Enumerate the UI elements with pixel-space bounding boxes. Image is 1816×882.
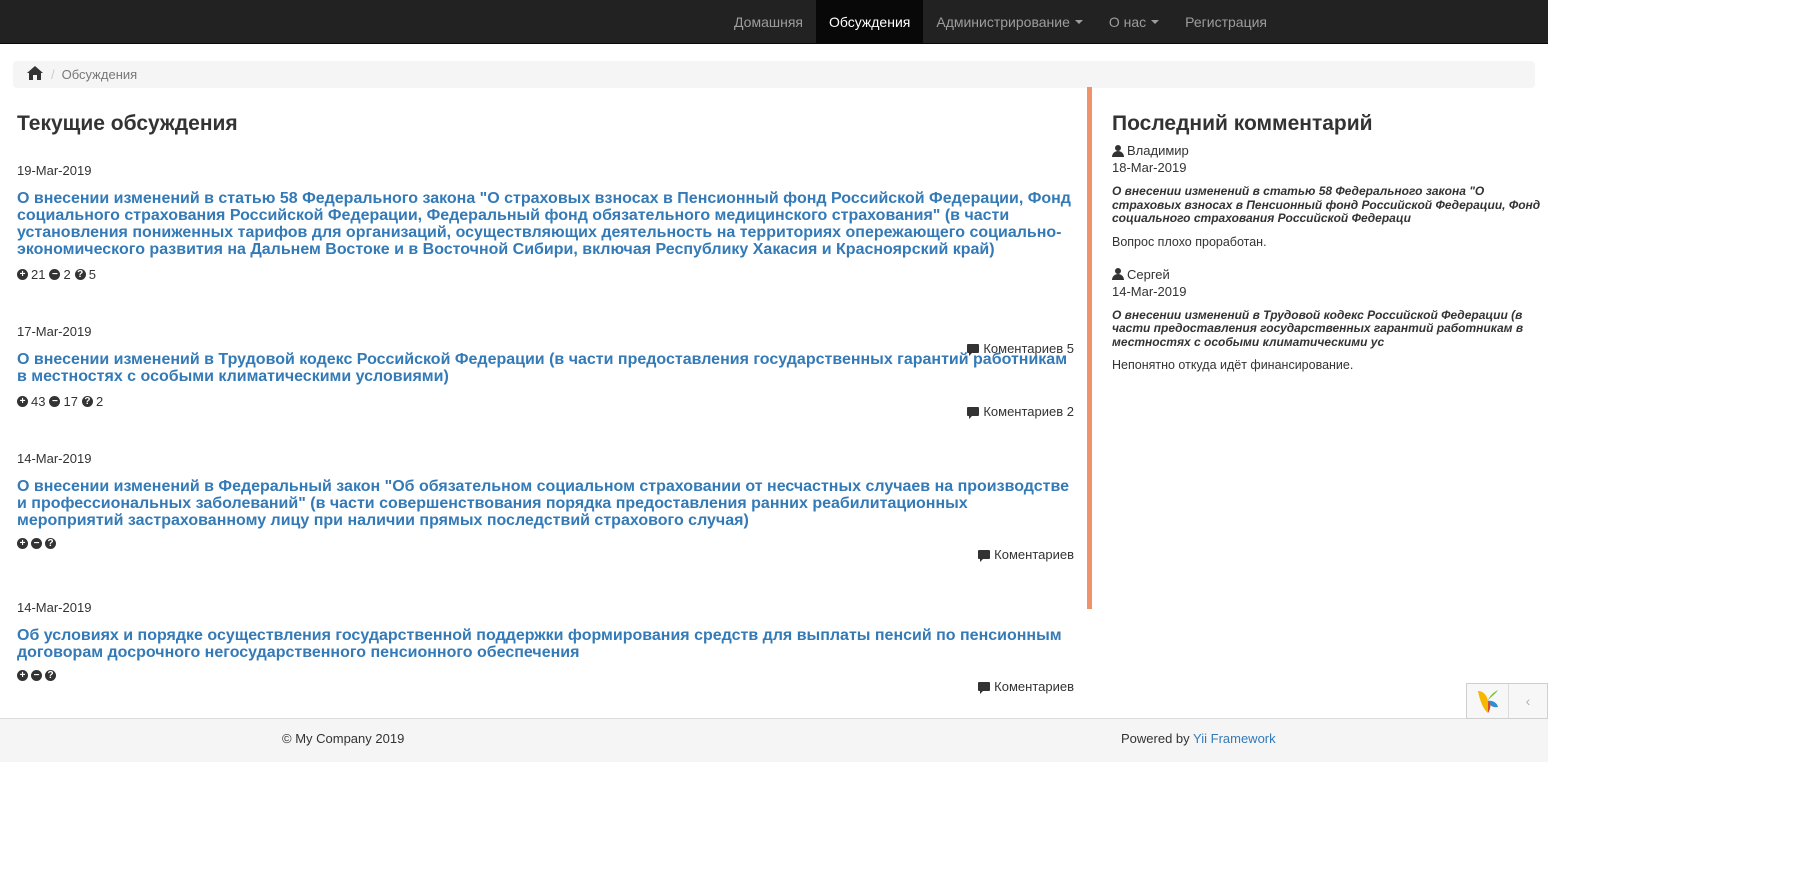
plus-circle-icon[interactable]: + xyxy=(17,670,28,681)
home-icon[interactable] xyxy=(27,66,43,83)
chevron-left-icon: ‹ xyxy=(1525,693,1531,709)
comments-link[interactable]: Коментариев 2 xyxy=(967,404,1074,419)
comment-text: Непонятно откуда идёт финансирование. xyxy=(1112,358,1354,372)
minus-circle-icon[interactable]: − xyxy=(31,670,42,681)
votes-up-count: 21 xyxy=(31,267,46,282)
discussion-item: 19-Mar-2019 О внесении изменений в стать… xyxy=(17,163,1074,356)
plus-circle-icon[interactable]: + xyxy=(17,269,28,280)
plus-circle-icon[interactable]: + xyxy=(17,396,28,407)
comment-date: 18-Mar-2019 xyxy=(1112,160,1187,175)
nav-item-discussions[interactable]: Обсуждения xyxy=(815,0,924,43)
breadcrumb: / Обсуждения xyxy=(13,61,1535,88)
votes-up-count: 43 xyxy=(31,394,46,409)
comments-count: Коментариев 2 xyxy=(983,404,1074,419)
breadcrumb-current: Обсуждения xyxy=(61,67,138,82)
nav-item-label: Регистрация xyxy=(1185,13,1267,30)
vote-bar: + 43 − 17 ? 2 xyxy=(17,394,1074,409)
yii-framework-link[interactable]: Yii Framework xyxy=(1193,731,1276,746)
nav-item-home[interactable]: Домашняя xyxy=(721,0,816,43)
vote-bar: + − ? xyxy=(17,670,1074,681)
votes-question-count: 2 xyxy=(95,394,104,409)
comment-item: Владимир 18-Mar-2019 О внесении изменени… xyxy=(1112,143,1548,249)
comment-author-name: Сергей xyxy=(1127,266,1170,282)
discussion-item: 14-Mar-2019 Об условиях и порядке осущес… xyxy=(17,600,1074,694)
discussion-title-link[interactable]: О внесении изменений в статью 58 Федерал… xyxy=(17,190,1074,258)
nav-menu: Домашняя Обсуждения Администрирование О … xyxy=(721,0,1280,43)
discussion-date: 17-Mar-2019 xyxy=(17,324,92,339)
comment-icon xyxy=(967,407,980,419)
comment-icon xyxy=(978,550,991,562)
discussion-date: 19-Mar-2019 xyxy=(17,163,92,178)
minus-circle-icon[interactable]: − xyxy=(49,269,61,280)
powered-by: Powered by Yii Framework xyxy=(1121,731,1276,746)
nav-item-registration[interactable]: Регистрация xyxy=(1172,0,1280,43)
nav-item-label: Администрирование xyxy=(936,13,1070,30)
toolbar-toggle-button[interactable]: ‹ xyxy=(1509,684,1547,718)
nav-item-administration[interactable]: Администрирование xyxy=(923,0,1096,43)
question-circle-icon[interactable]: ? xyxy=(45,538,56,549)
comments-link[interactable]: Коментариев xyxy=(978,547,1074,562)
nav-item-label: Обсуждения xyxy=(828,13,911,30)
comments-link[interactable]: Коментариев xyxy=(978,679,1074,694)
nav-item-label: О нас xyxy=(1108,13,1147,30)
comment-icon xyxy=(978,682,991,694)
minus-circle-icon[interactable]: − xyxy=(31,538,42,549)
discussion-date: 14-Mar-2019 xyxy=(17,600,92,615)
discussion-title-link[interactable]: О внесении изменений в Федеральный закон… xyxy=(17,478,1074,529)
minus-circle-icon[interactable]: − xyxy=(49,396,61,407)
plus-circle-icon[interactable]: + xyxy=(17,538,28,549)
comment-discussion-title[interactable]: О внесении изменений в Трудовой кодекс Р… xyxy=(1112,308,1548,350)
comment-text: Вопрос плохо проработан. xyxy=(1112,234,1267,249)
sidebar-title: Последний комментарий xyxy=(1112,112,1373,135)
comment-author: Сергей xyxy=(1112,267,1548,282)
question-circle-icon[interactable]: ? xyxy=(74,269,86,280)
caret-down-icon xyxy=(1151,19,1160,24)
comment-discussion-title[interactable]: О внесении изменений в статью 58 Федерал… xyxy=(1112,184,1548,226)
vote-bar: + 21 − 2 ? 5 xyxy=(17,267,1074,282)
comments-count: Коментариев xyxy=(994,679,1074,694)
nav-item-about[interactable]: О нас xyxy=(1096,0,1172,43)
debug-toolbar: ‹ xyxy=(1466,683,1548,719)
discussion-title-link[interactable]: Об условиях и порядке осуществления госу… xyxy=(17,627,1074,661)
comment-author-name: Владимир xyxy=(1127,143,1189,158)
comment-item: Сергей 14-Mar-2019 О внесении изменений … xyxy=(1112,267,1548,372)
discussion-item: 14-Mar-2019 О внесении изменений в Федер… xyxy=(17,451,1074,562)
breadcrumb-separator: / xyxy=(51,67,55,82)
yii-logo-icon[interactable] xyxy=(1467,684,1509,718)
top-navbar: Домашняя Обсуждения Администрирование О … xyxy=(0,0,1548,44)
discussion-date: 14-Mar-2019 xyxy=(17,451,92,466)
question-circle-icon[interactable]: ? xyxy=(81,396,93,407)
caret-down-icon xyxy=(1074,19,1083,24)
page-footer: © My Company 2019 Powered by Yii Framewo… xyxy=(0,718,1548,762)
nav-item-label: Домашняя xyxy=(734,13,803,30)
discussion-title-link[interactable]: О внесении изменений в Трудовой кодекс Р… xyxy=(17,351,1074,385)
copyright: © My Company 2019 xyxy=(282,731,405,746)
votes-down-count: 2 xyxy=(63,267,71,282)
powered-by-prefix: Powered by xyxy=(1121,731,1190,746)
page-title: Текущие обсуждения xyxy=(17,112,238,135)
question-circle-icon[interactable]: ? xyxy=(45,670,56,681)
comment-author: Владимир xyxy=(1112,143,1548,158)
user-icon xyxy=(1112,144,1124,157)
discussion-item: 17-Mar-2019 О внесении изменений в Трудо… xyxy=(17,324,1074,419)
user-icon xyxy=(1112,268,1124,280)
comments-count: Коментариев xyxy=(994,547,1074,562)
vote-bar: + − ? xyxy=(17,538,1074,549)
discussion-list: Текущие обсуждения 19-Mar-2019 О внесени… xyxy=(17,104,1074,694)
votes-question-count: 5 xyxy=(88,267,96,282)
votes-down-count: 17 xyxy=(63,394,78,409)
comment-date: 14-Mar-2019 xyxy=(1112,283,1187,299)
sidebar-divider xyxy=(1087,87,1092,609)
latest-comments-panel: Последний комментарий Владимир 18-Mar-20… xyxy=(1112,104,1548,372)
